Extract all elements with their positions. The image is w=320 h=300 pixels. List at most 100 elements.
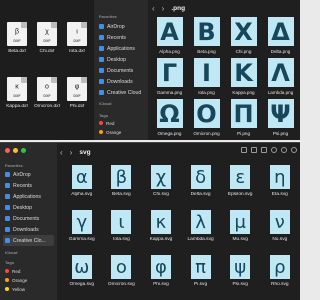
sidebar-item[interactable]: Applications xyxy=(97,43,145,54)
sidebar-item[interactable]: Applications xyxy=(3,191,54,202)
group-icon[interactable] xyxy=(251,147,257,153)
greek-letter-glyph: Α xyxy=(160,17,179,46)
sidebar-item[interactable]: AirDrop xyxy=(97,21,145,32)
creative-cloud-icon xyxy=(5,238,10,243)
dxf-badge: DXF xyxy=(73,39,81,43)
file-item[interactable]: Δ Delta.png xyxy=(262,17,299,58)
greek-letter-glyph: η xyxy=(274,166,286,188)
forward-button[interactable]: › xyxy=(162,4,165,13)
sidebar-item[interactable]: Creative Cloud xyxy=(97,87,145,98)
file-thumbnail: Β xyxy=(193,17,220,46)
file-item[interactable]: ι DXF Iota.dxf xyxy=(62,22,92,72)
file-item[interactable]: π Pi.svg xyxy=(181,255,221,300)
file-name: Epsilon.svg xyxy=(227,192,253,197)
greek-letter-glyph: ψ xyxy=(234,256,247,278)
file-item[interactable]: δ Delta.svg xyxy=(181,165,221,210)
greek-letter-glyph: κ xyxy=(155,211,167,233)
sidebar-item[interactable]: Downloads xyxy=(3,224,54,235)
file-item[interactable]: ω Omega.svg xyxy=(62,255,102,300)
file-item[interactable]: Π Pi.png xyxy=(225,99,262,140)
file-thumbnail: α xyxy=(71,165,92,189)
sidebar-tag[interactable]: Red xyxy=(3,267,54,275)
back-button[interactable]: ‹ xyxy=(60,148,63,157)
file-item[interactable]: Ψ Psi.png xyxy=(262,99,299,140)
file-name: Alpha.png xyxy=(159,49,180,54)
sidebar-item[interactable]: Documents xyxy=(97,65,145,76)
greek-letter-glyph: π xyxy=(195,256,207,278)
file-thumbnail: κ xyxy=(150,210,171,234)
sidebar-item[interactable]: Documents xyxy=(3,213,54,224)
file-item[interactable]: Χ Chi.png xyxy=(225,17,262,58)
view-grid-icon[interactable] xyxy=(241,147,247,153)
file-name: Mu.svg xyxy=(232,237,248,242)
file-thumbnail: δ xyxy=(190,165,211,189)
file-item[interactable]: μ Mu.svg xyxy=(220,210,260,255)
file-name: Chi.dxf xyxy=(39,49,55,54)
file-thumbnail: φ xyxy=(150,255,171,279)
sidebar-item[interactable]: AirDrop xyxy=(3,169,54,180)
sidebar-item-label: Applications xyxy=(13,193,41,200)
share-icon[interactable] xyxy=(261,147,267,153)
file-item[interactable]: α Alpha.svg xyxy=(62,165,102,210)
sidebar-tag[interactable]: Yellow xyxy=(3,285,54,293)
sidebar-item[interactable]: Desktop xyxy=(3,202,54,213)
greek-letter-glyph: ν xyxy=(274,211,285,233)
file-item[interactable]: β Beta.svg xyxy=(102,165,142,210)
download-icon xyxy=(5,227,10,232)
sidebar-item[interactable]: Creative Clo... xyxy=(3,235,54,246)
close-icon[interactable] xyxy=(5,148,10,153)
dxf-preview-glyph: β xyxy=(14,28,20,36)
sidebar-tag[interactable]: Orange xyxy=(97,128,145,136)
greek-letter-glyph: Ο xyxy=(196,99,217,128)
file-item[interactable]: φ Phi.svg xyxy=(141,255,181,300)
search-icon[interactable] xyxy=(291,147,297,153)
favorites-heading: Favorites xyxy=(5,163,23,168)
file-item[interactable]: ν Nu.svg xyxy=(260,210,300,255)
file-item[interactable]: λ Lambda.svg xyxy=(181,210,221,255)
greek-letter-glyph: ω xyxy=(74,256,90,278)
file-item[interactable]: Γ Gamma.png xyxy=(151,58,188,99)
file-item[interactable]: χ Chi.svg xyxy=(141,165,181,210)
file-thumbnail: γ xyxy=(71,210,92,234)
file-item[interactable]: γ Gamma.svg xyxy=(62,210,102,255)
sidebar-item[interactable]: Desktop xyxy=(97,54,145,65)
file-item[interactable]: Ι Iota.png xyxy=(188,58,225,99)
zoom-icon[interactable] xyxy=(21,148,26,153)
file-item[interactable]: η Eta.svg xyxy=(260,165,300,210)
forward-button[interactable]: › xyxy=(70,148,73,157)
file-item[interactable]: ρ Rho.svg xyxy=(260,255,300,300)
sidebar-item[interactable]: Recents xyxy=(97,32,145,43)
tag-icon[interactable] xyxy=(271,147,277,153)
file-item[interactable]: ο Omicron.svg xyxy=(102,255,142,300)
file-name: Omega.svg xyxy=(69,282,95,287)
file-item[interactable]: ε Epsilon.svg xyxy=(220,165,260,210)
file-item[interactable]: Ω Omega.png xyxy=(151,99,188,140)
file-name: Rho.svg xyxy=(270,282,289,287)
window-controls xyxy=(5,148,26,153)
file-thumbnail: ω xyxy=(71,255,92,279)
file-item[interactable]: κ DXF Kappa.dxf xyxy=(2,77,32,127)
sidebar-tag[interactable]: Red xyxy=(97,119,145,127)
sidebar-tag[interactable]: Orange xyxy=(3,276,54,284)
file-item[interactable]: φ DXF Phi.dxf xyxy=(62,77,92,127)
file-item[interactable]: Λ Lambda.png xyxy=(262,58,299,99)
file-thumbnail: Π xyxy=(230,99,257,128)
greek-letter-glyph: Γ xyxy=(161,58,178,87)
file-item[interactable]: Α Alpha.png xyxy=(151,17,188,58)
file-item[interactable]: ο DXF Omicron.dxf xyxy=(32,77,62,127)
file-item[interactable]: κ Kappa.svg xyxy=(141,210,181,255)
minimize-icon[interactable] xyxy=(13,148,18,153)
file-item[interactable]: Κ Kappa.png xyxy=(225,58,262,99)
file-item[interactable]: β DXF Beta.dxf xyxy=(2,22,32,72)
sidebar-item[interactable]: Recents xyxy=(3,180,54,191)
back-button[interactable]: ‹ xyxy=(152,4,155,13)
more-icon[interactable] xyxy=(281,147,287,153)
file-item[interactable]: ψ Psi.svg xyxy=(220,255,260,300)
file-item[interactable]: Ο Omicron.png xyxy=(188,99,225,140)
file-item[interactable]: Β Beta.png xyxy=(188,17,225,58)
clock-icon xyxy=(5,183,10,188)
file-name: Beta.dxf xyxy=(8,49,26,54)
sidebar-item[interactable]: Downloads xyxy=(97,76,145,87)
file-item[interactable]: χ DXF Chi.dxf xyxy=(32,22,62,72)
file-item[interactable]: ι Iota.svg xyxy=(102,210,142,255)
